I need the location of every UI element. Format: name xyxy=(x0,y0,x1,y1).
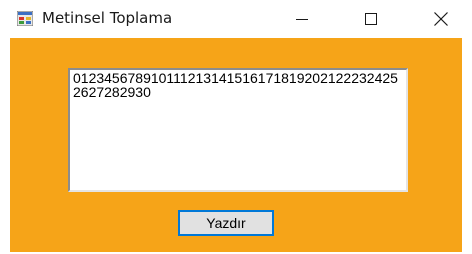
app-window: Metinsel Toplama 01234567891011121314151… xyxy=(0,0,472,254)
form-client-area: 0123456789101112131415161718192021222324… xyxy=(10,38,462,252)
close-icon xyxy=(434,12,448,26)
close-button[interactable] xyxy=(418,0,464,38)
window-title: Metinsel Toplama xyxy=(42,9,173,27)
print-button[interactable]: Yazdır xyxy=(178,210,274,236)
title-bar[interactable]: Metinsel Toplama xyxy=(0,0,472,38)
minimize-icon xyxy=(296,19,308,20)
maximize-button[interactable] xyxy=(348,0,394,38)
output-textbox[interactable]: 0123456789101112131415161718192021222324… xyxy=(68,68,408,192)
windows-form-icon xyxy=(16,10,34,27)
maximize-icon xyxy=(365,13,377,25)
minimize-button[interactable] xyxy=(279,0,325,38)
